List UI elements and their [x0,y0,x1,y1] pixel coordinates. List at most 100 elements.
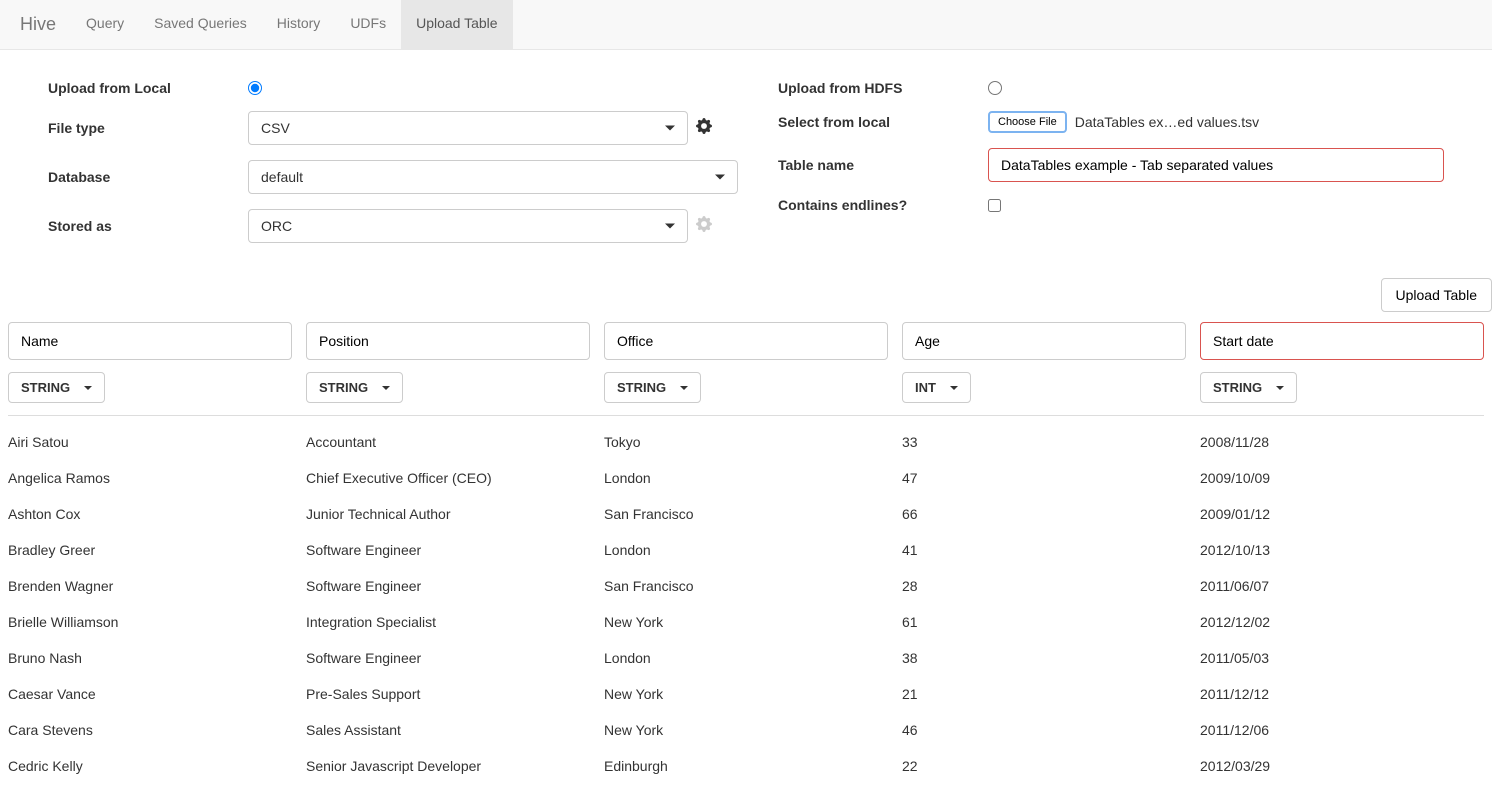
table-cell: Brenden Wagner [8,578,292,594]
table-cell: 38 [902,650,1186,666]
select-local-label: Select from local [778,114,988,130]
column-type-select[interactable]: STRING [8,372,105,403]
table-cell: 2009/10/09 [1200,470,1484,486]
table-cell: 2011/12/12 [1200,686,1484,702]
nav-tab-saved-queries[interactable]: Saved Queries [139,0,262,49]
table-cell: 2012/10/13 [1200,542,1484,558]
table-cell: Bradley Greer [8,542,292,558]
stored-as-value: ORC [261,218,292,234]
table-cell: Pre-Sales Support [306,686,590,702]
table-cell: Software Engineer [306,542,590,558]
contains-endlines-checkbox[interactable] [988,199,1001,212]
table-cell: 41 [902,542,1186,558]
table-cell: 46 [902,722,1186,738]
table-row: Brenden Wagner Software Engineer San Franc… [8,568,1484,604]
database-label: Database [48,169,248,185]
upload-table-button[interactable]: Upload Table [1381,278,1492,312]
table-cell: 2009/01/12 [1200,506,1484,522]
table-row: Bruno NashSoftware EngineerLondon382011/… [8,640,1484,676]
nav-tab-udfs[interactable]: UDFs [335,0,401,49]
file-name: DataTables ex…ed values.tsv [1075,114,1259,130]
table-cell: Caesar Vance [8,686,292,702]
database-select[interactable]: default [248,160,738,194]
table-cell: Accountant [306,434,590,450]
table-cell: Edinburgh [604,758,888,774]
table-cell: Chief Executive Officer (CEO) [306,470,590,486]
file-type-select[interactable]: CSV [248,111,688,145]
table-row: Airi Satou Accountant Tokyo 33 2008/11/28 [8,424,1484,460]
nav-tab-history[interactable]: History [262,0,336,49]
navbar-brand: Hive [20,14,56,35]
table-cell: Angelica Ramos [8,470,292,486]
table-cell: 61 [902,614,1186,630]
column-type-select[interactable]: INT [902,372,971,403]
upload-hdfs-radio[interactable] [988,81,1002,95]
table-cell: 66 [902,506,1186,522]
table-row: Cedric Kelly Senior Javascript Developer E… [8,748,1484,784]
column-name-input[interactable] [8,322,292,360]
column-name-input[interactable] [604,322,888,360]
table-row: Cara Stevens Sales Assistant New York 46 201… [8,712,1484,748]
table-row: Angelica Ramos Chief Executive Officer (C… [8,460,1484,496]
table-cell: Junior Technical Author [306,506,590,522]
table-cell: New York [604,722,888,738]
stored-as-select[interactable]: ORC [248,209,688,243]
table-cell: Brielle Williamson [8,614,292,630]
table-cell: 2008/11/28 [1200,434,1484,450]
table-cell: London [604,470,888,486]
column-type-select[interactable]: STRING [306,372,403,403]
column-name-input[interactable] [306,322,590,360]
table-cell: Senior Javascript Developer [306,758,590,774]
table-cell: London [604,650,888,666]
column-type-select[interactable]: STRING [1200,372,1297,403]
table-cell: San Francisco [604,506,888,522]
table-cell: Bruno Nash [8,650,292,666]
table-cell: Tokyo [604,434,888,450]
upload-local-label: Upload from Local [48,80,248,96]
table-cell: Cedric Kelly [8,758,292,774]
database-value: default [261,169,303,185]
navbar: Hive QuerySaved QueriesHistoryUDFsUpload… [0,0,1492,50]
table-row: Bradley Greer Software Engineer London 41 20… [8,532,1484,568]
table-cell: 2012/03/29 [1200,758,1484,774]
nav-tabs: QuerySaved QueriesHistoryUDFsUpload Tabl… [71,0,513,49]
table-cell: New York [604,614,888,630]
table-cell: 2011/05/03 [1200,650,1484,666]
file-type-label: File type [48,120,248,136]
gear-icon[interactable] [696,118,712,139]
table-row: Brielle Williamson Integration Specialist… [8,604,1484,640]
contains-endlines-label: Contains endlines? [778,197,988,213]
upload-local-radio[interactable] [248,81,262,95]
column-type-select[interactable]: STRING [604,372,701,403]
table-cell: 2012/12/02 [1200,614,1484,630]
nav-tab-query[interactable]: Query [71,0,139,49]
upload-form: Upload from Local File type CSV Database… [0,50,1492,268]
data-table: STRING STRING STRING INT STRING Airi Satou Ac… [0,322,1492,784]
table-cell: Software Engineer [306,578,590,594]
table-cell: 28 [902,578,1186,594]
table-cell: Integration Specialist [306,614,590,630]
table-cell: 47 [902,470,1186,486]
column-name-input[interactable] [902,322,1186,360]
table-name-label: Table name [778,157,988,173]
nav-tab-upload-table[interactable]: Upload Table [401,0,512,49]
table-cell: Sales Assistant [306,722,590,738]
table-row: Caesar VancePre-Sales SupportNew York212… [8,676,1484,712]
table-cell: 2011/12/06 [1200,722,1484,738]
table-cell: 33 [902,434,1186,450]
table-name-input[interactable] [988,148,1444,182]
table-cell: Cara Stevens [8,722,292,738]
gear-icon [696,216,712,237]
table-cell: 22 [902,758,1186,774]
table-cell: Airi Satou [8,434,292,450]
table-cell: London [604,542,888,558]
table-cell: San Francisco [604,578,888,594]
table-cell: Ashton Cox [8,506,292,522]
column-name-input[interactable] [1200,322,1484,360]
table-cell: 21 [902,686,1186,702]
table-row: Ashton Cox Junior Technical Author San Fra… [8,496,1484,532]
table-cell: 2011/06/07 [1200,578,1484,594]
stored-as-label: Stored as [48,218,248,234]
file-type-value: CSV [261,120,290,136]
choose-file-button[interactable]: Choose File [988,111,1067,133]
